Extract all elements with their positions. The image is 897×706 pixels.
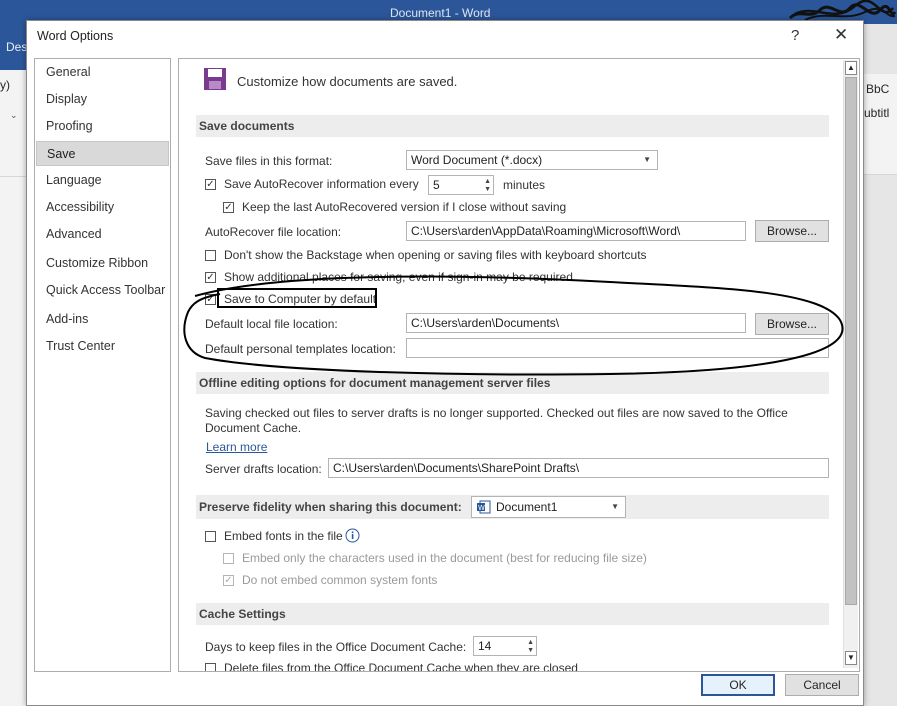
additional-places-label: Show additional places for saving, even … — [224, 270, 577, 284]
nav-item-proofing[interactable]: Proofing — [36, 114, 169, 139]
dialog-title: Word Options — [37, 29, 114, 43]
ribbon-tab-fragment[interactable]: Des — [6, 40, 27, 54]
ok-button[interactable]: OK — [701, 674, 775, 696]
no-common-fonts-checkbox[interactable]: ✓ — [223, 575, 234, 586]
autorecover-location-label: AutoRecover file location: — [205, 225, 342, 239]
embed-only-checkbox[interactable] — [223, 553, 234, 564]
embed-only-label: Embed only the characters used in the do… — [242, 551, 647, 565]
scroll-down-icon[interactable]: ▼ — [845, 651, 857, 665]
autorecover-minutes-stepper[interactable]: 5 ▲ ▼ — [428, 175, 494, 195]
help-icon[interactable]: ? — [791, 27, 799, 44]
word-right-background: BbC ubtitl — [862, 24, 897, 706]
nav-item-quick-access-toolbar[interactable]: Quick Access Toolbar — [36, 278, 169, 303]
styles-gallery: BbC ubtitl — [862, 74, 897, 175]
nav-item-add-ins[interactable]: Add-ins — [36, 307, 169, 332]
annotation-box — [217, 288, 377, 308]
chevron-down-icon: ▼ — [611, 502, 619, 511]
options-content: Customize how documents are saved. Save … — [178, 58, 860, 672]
additional-places-checkbox[interactable]: ✓ — [205, 272, 216, 283]
save-floppy-icon — [204, 68, 226, 90]
autorecover-location-input[interactable]: C:\Users\arden\AppData\Roaming\Microsoft… — [406, 221, 746, 241]
nav-item-save[interactable]: Save — [36, 141, 169, 166]
word-ribbon-tabs: Des — [0, 24, 27, 70]
minutes-label: minutes — [503, 178, 546, 192]
format-dropdown[interactable]: Word Document (*.docx) ▼ — [406, 150, 658, 170]
save-to-computer-checkbox[interactable]: ✓ — [205, 294, 216, 305]
drafts-label: Server drafts location: — [205, 462, 322, 476]
cache-days-label: Days to keep files in the Office Documen… — [205, 640, 467, 654]
content-scrollbar[interactable]: ▲ ▼ — [843, 60, 858, 668]
offline-note: Saving checked out files to server draft… — [205, 406, 788, 420]
autorecover-minutes-value: 5 — [433, 178, 440, 192]
cache-days-value: 14 — [478, 639, 492, 653]
style-name-fragment: ubtitl — [864, 106, 890, 120]
close-icon[interactable]: ✕ — [834, 25, 848, 45]
default-local-input[interactable]: C:\Users\arden\Documents\ — [406, 313, 746, 333]
templates-label: Default personal templates location: — [205, 342, 396, 356]
options-nav: General Display Proofing Save Language A… — [34, 58, 171, 672]
browse-default-local-button[interactable]: Browse... — [755, 313, 829, 335]
keep-last-checkbox[interactable]: ✓ — [223, 202, 234, 213]
nav-item-language[interactable]: Language — [36, 168, 169, 193]
section-save-documents: Save documents — [196, 115, 829, 137]
keep-last-label: Keep the last AutoRecovered version if I… — [242, 200, 567, 214]
font-box-fragment: y) — [0, 78, 10, 92]
nav-item-advanced[interactable]: Advanced — [36, 222, 169, 247]
embed-fonts-checkbox[interactable] — [205, 531, 216, 542]
spin-up-icon[interactable]: ▲ — [527, 639, 534, 646]
cancel-button[interactable]: Cancel — [785, 674, 859, 696]
nav-item-customize-ribbon[interactable]: Customize Ribbon — [36, 251, 169, 276]
fidelity-title: Preserve fidelity when sharing this docu… — [199, 500, 462, 514]
backstage-label: Don't show the Backstage when opening or… — [224, 248, 647, 262]
no-common-fonts-label: Do not embed common system fonts — [242, 573, 438, 587]
delete-cache-label: Delete files from the Office Document Ca… — [224, 661, 578, 672]
word-left-background: Des y) ⌄ — [0, 24, 27, 706]
spin-down-icon[interactable]: ▼ — [484, 186, 491, 193]
browse-autorecover-button[interactable]: Browse... — [755, 220, 829, 242]
autorecover-checkbox[interactable]: ✓ — [205, 179, 216, 190]
word-options-dialog: Word Options ? ✕ General Display Proofin… — [26, 20, 864, 706]
word-window-title: Document1 - Word — [390, 6, 491, 20]
autorecover-label: Save AutoRecover information every — [224, 177, 419, 191]
spin-up-icon[interactable]: ▲ — [484, 178, 491, 185]
offline-note-cont: Document Cache. — [205, 421, 302, 435]
embed-fonts-label: Embed fonts in the file — [224, 529, 343, 543]
drafts-input[interactable]: C:\Users\arden\Documents\SharePoint Draf… — [328, 458, 829, 478]
section-cache-settings: Cache Settings — [196, 603, 829, 625]
chevron-down-icon[interactable]: ⌄ — [10, 110, 18, 121]
format-label: Save files in this format: — [205, 154, 333, 168]
cache-days-stepper[interactable]: 14 ▲ ▼ — [473, 636, 537, 656]
svg-text:W: W — [478, 504, 485, 512]
chevron-down-icon: ▼ — [643, 155, 651, 164]
scroll-thumb[interactable] — [845, 77, 857, 605]
style-preview-fragment[interactable]: BbC — [866, 82, 889, 96]
delete-cache-checkbox[interactable] — [205, 663, 216, 671]
learn-more-link[interactable]: Learn more — [206, 440, 267, 454]
scroll-up-icon[interactable]: ▲ — [845, 61, 857, 75]
nav-item-display[interactable]: Display — [36, 87, 169, 112]
format-value: Word Document (*.docx) — [411, 153, 543, 167]
page-header: Customize how documents are saved. — [237, 74, 458, 89]
word-ribbon-body: y) ⌄ — [0, 70, 27, 177]
spin-down-icon[interactable]: ▼ — [527, 647, 534, 654]
default-local-label: Default local file location: — [205, 317, 338, 331]
nav-item-trust-center[interactable]: Trust Center — [36, 334, 169, 359]
backstage-checkbox[interactable] — [205, 250, 216, 261]
templates-input[interactable] — [406, 338, 829, 358]
nav-item-accessibility[interactable]: Accessibility — [36, 195, 169, 220]
info-icon[interactable] — [345, 528, 360, 543]
word-doc-icon: W — [477, 500, 491, 514]
nav-item-general[interactable]: General — [36, 60, 169, 85]
section-offline-editing: Offline editing options for document man… — [196, 372, 829, 394]
fidelity-document-dropdown[interactable]: W Document1 ▼ — [471, 496, 626, 518]
fidelity-document-value: Document1 — [496, 500, 558, 514]
